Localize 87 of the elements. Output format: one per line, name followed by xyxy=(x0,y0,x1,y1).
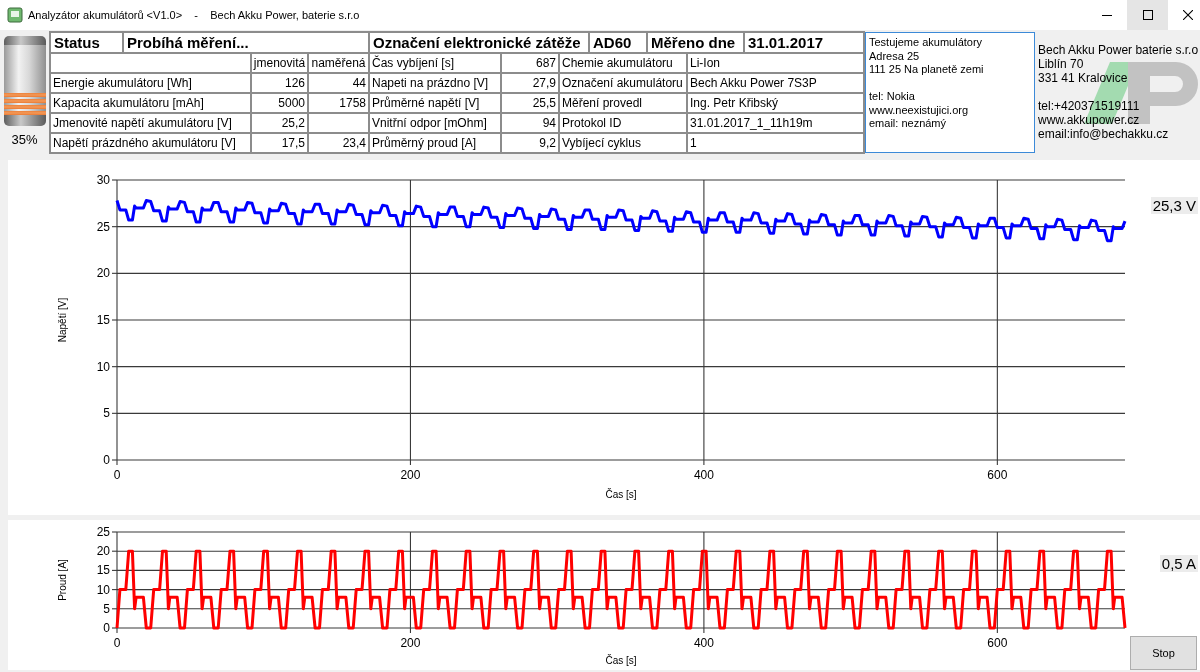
axis-tick-label: 400 xyxy=(693,468,714,482)
table-cell: 27,9 xyxy=(502,74,558,92)
axis-tick-label: 200 xyxy=(400,468,421,482)
axis-tick-label: 15 xyxy=(96,563,110,578)
table-cell: Napeti na prázdno [V] xyxy=(370,74,500,92)
axis-title: Čas [s] xyxy=(605,654,637,666)
axis-tick-label: 0 xyxy=(113,468,121,482)
axis-tick-label: 400 xyxy=(693,636,714,650)
table-cell: 31.01.2017_1_11h19m xyxy=(688,114,863,132)
table-cell: 94 xyxy=(502,114,558,132)
load-value: AD60 xyxy=(590,33,646,52)
table-cell xyxy=(309,114,368,132)
axis-tick-label: 5 xyxy=(103,406,110,421)
axis-tick-label: 15 xyxy=(96,313,110,327)
window-title: Analyzátor akumulátorů <V1.0> - Bech Akku Power, baterie s.r.o xyxy=(28,9,361,21)
table-cell: Čas vybíjení [s] xyxy=(370,54,500,72)
app-icon xyxy=(7,7,23,23)
contact-line: tel: Nokia xyxy=(869,90,915,104)
table-cell: 9,2 xyxy=(502,134,558,152)
axis-tick-label: 20 xyxy=(96,544,110,559)
contact-line: tel:+420371519111 xyxy=(1038,99,1140,113)
table-cell: Průměrné napětí [V] xyxy=(370,94,500,112)
status-label: Status xyxy=(51,33,122,52)
table-cell: Označení akumulátoru xyxy=(560,74,686,92)
axis-tick-label: 25 xyxy=(96,525,110,539)
axis-title: Čas [s] xyxy=(605,488,637,500)
axis-title: Proud [A] xyxy=(56,559,68,601)
load-label: Označení elektronické zátěže xyxy=(370,33,588,52)
axis-tick-label: 5 xyxy=(103,601,110,616)
minimize-icon xyxy=(1101,14,1112,16)
date-label: Měřeno dne xyxy=(648,33,743,52)
axis-tick-label: 0 xyxy=(103,453,110,467)
readout-value: 25,3 V xyxy=(1150,197,1198,214)
stop-button[interactable]: Stop xyxy=(1130,636,1197,670)
maximize-button[interactable] xyxy=(1127,0,1168,30)
table-cell: Napětí prázdného akumulátoru [V] xyxy=(51,134,250,152)
address-line: 331 41 Kralovice xyxy=(1038,71,1128,85)
table-cell: 1758 xyxy=(309,94,368,112)
date-value: 31.01.2017 xyxy=(745,33,863,52)
close-icon xyxy=(1183,10,1193,20)
table-cell: 25,2 xyxy=(252,114,307,132)
table-cell: 5000 xyxy=(252,94,307,112)
address-line: Bech Akku Power baterie s.r.o xyxy=(1038,43,1199,57)
table-cell: Vybíjecí cyklus xyxy=(560,134,686,152)
table-cell: Bech Akku Power 7S3P xyxy=(688,74,863,92)
column-header: jmenovitá xyxy=(252,54,307,72)
contact-line: email: neznámý xyxy=(869,117,947,131)
axis-tick-label: 25 xyxy=(96,219,110,234)
contact-line: www.akkupower.cz xyxy=(1038,113,1140,127)
axis-tick-label: 10 xyxy=(96,359,110,374)
table-cell: Li-Ion xyxy=(688,54,863,72)
axis-tick-label: 200 xyxy=(400,636,421,650)
table-cell: 44 xyxy=(309,74,368,92)
table-cell: Kapacita akumulátoru [mAh] xyxy=(51,94,250,112)
axis-tick-label: 600 xyxy=(987,636,1008,650)
axis-tick-label: 10 xyxy=(96,582,110,597)
readout-value: 0,5 A xyxy=(1159,555,1198,572)
axis-tick-label: 0 xyxy=(103,621,110,635)
table-cell: Měření provedl xyxy=(560,94,686,112)
battery-percentage: 35% xyxy=(11,132,38,147)
contact-line: email:info@bechakku.cz xyxy=(1038,127,1169,141)
address-line: Adresa 25 xyxy=(869,49,920,63)
axis-tick-label: 20 xyxy=(96,266,110,281)
table-cell: 687 xyxy=(502,54,558,72)
table-cell: Jmenovité napětí akumulátoru [V] xyxy=(51,114,250,132)
address-line: Liblín 70 xyxy=(1038,57,1084,71)
table-cell: 17,5 xyxy=(252,134,307,152)
contact-line: www.neexistujici.org xyxy=(869,103,969,117)
address-line: 111 25 Na planetě zemi xyxy=(869,63,984,77)
table-cell: Ing. Petr Křibský xyxy=(688,94,863,112)
status-value: Probíhá měření... xyxy=(124,33,368,52)
table-cell: 1 xyxy=(688,134,863,152)
maximize-icon xyxy=(1142,10,1153,20)
table-cell: Průměrný proud [A] xyxy=(370,134,500,152)
table-cell: Energie akumulátoru [Wh] xyxy=(51,74,250,92)
table-cell: Protokol ID xyxy=(560,114,686,132)
axis-title: Napětí [V] xyxy=(56,297,68,343)
column-header: naměřená xyxy=(309,54,368,72)
table-cell: 23,4 xyxy=(309,134,368,152)
axis-tick-label: 600 xyxy=(987,468,1008,482)
table-cell: Chemie akumulátoru xyxy=(560,54,686,72)
axis-tick-label: 0 xyxy=(113,636,121,650)
table-cell: 25,5 xyxy=(502,94,558,112)
table-cell: Vnitřní odpor [mOhm] xyxy=(370,114,500,132)
address-line: Testujeme akumulátory xyxy=(869,36,983,50)
table-cell: 126 xyxy=(252,74,307,92)
axis-tick-label: 30 xyxy=(96,173,110,187)
